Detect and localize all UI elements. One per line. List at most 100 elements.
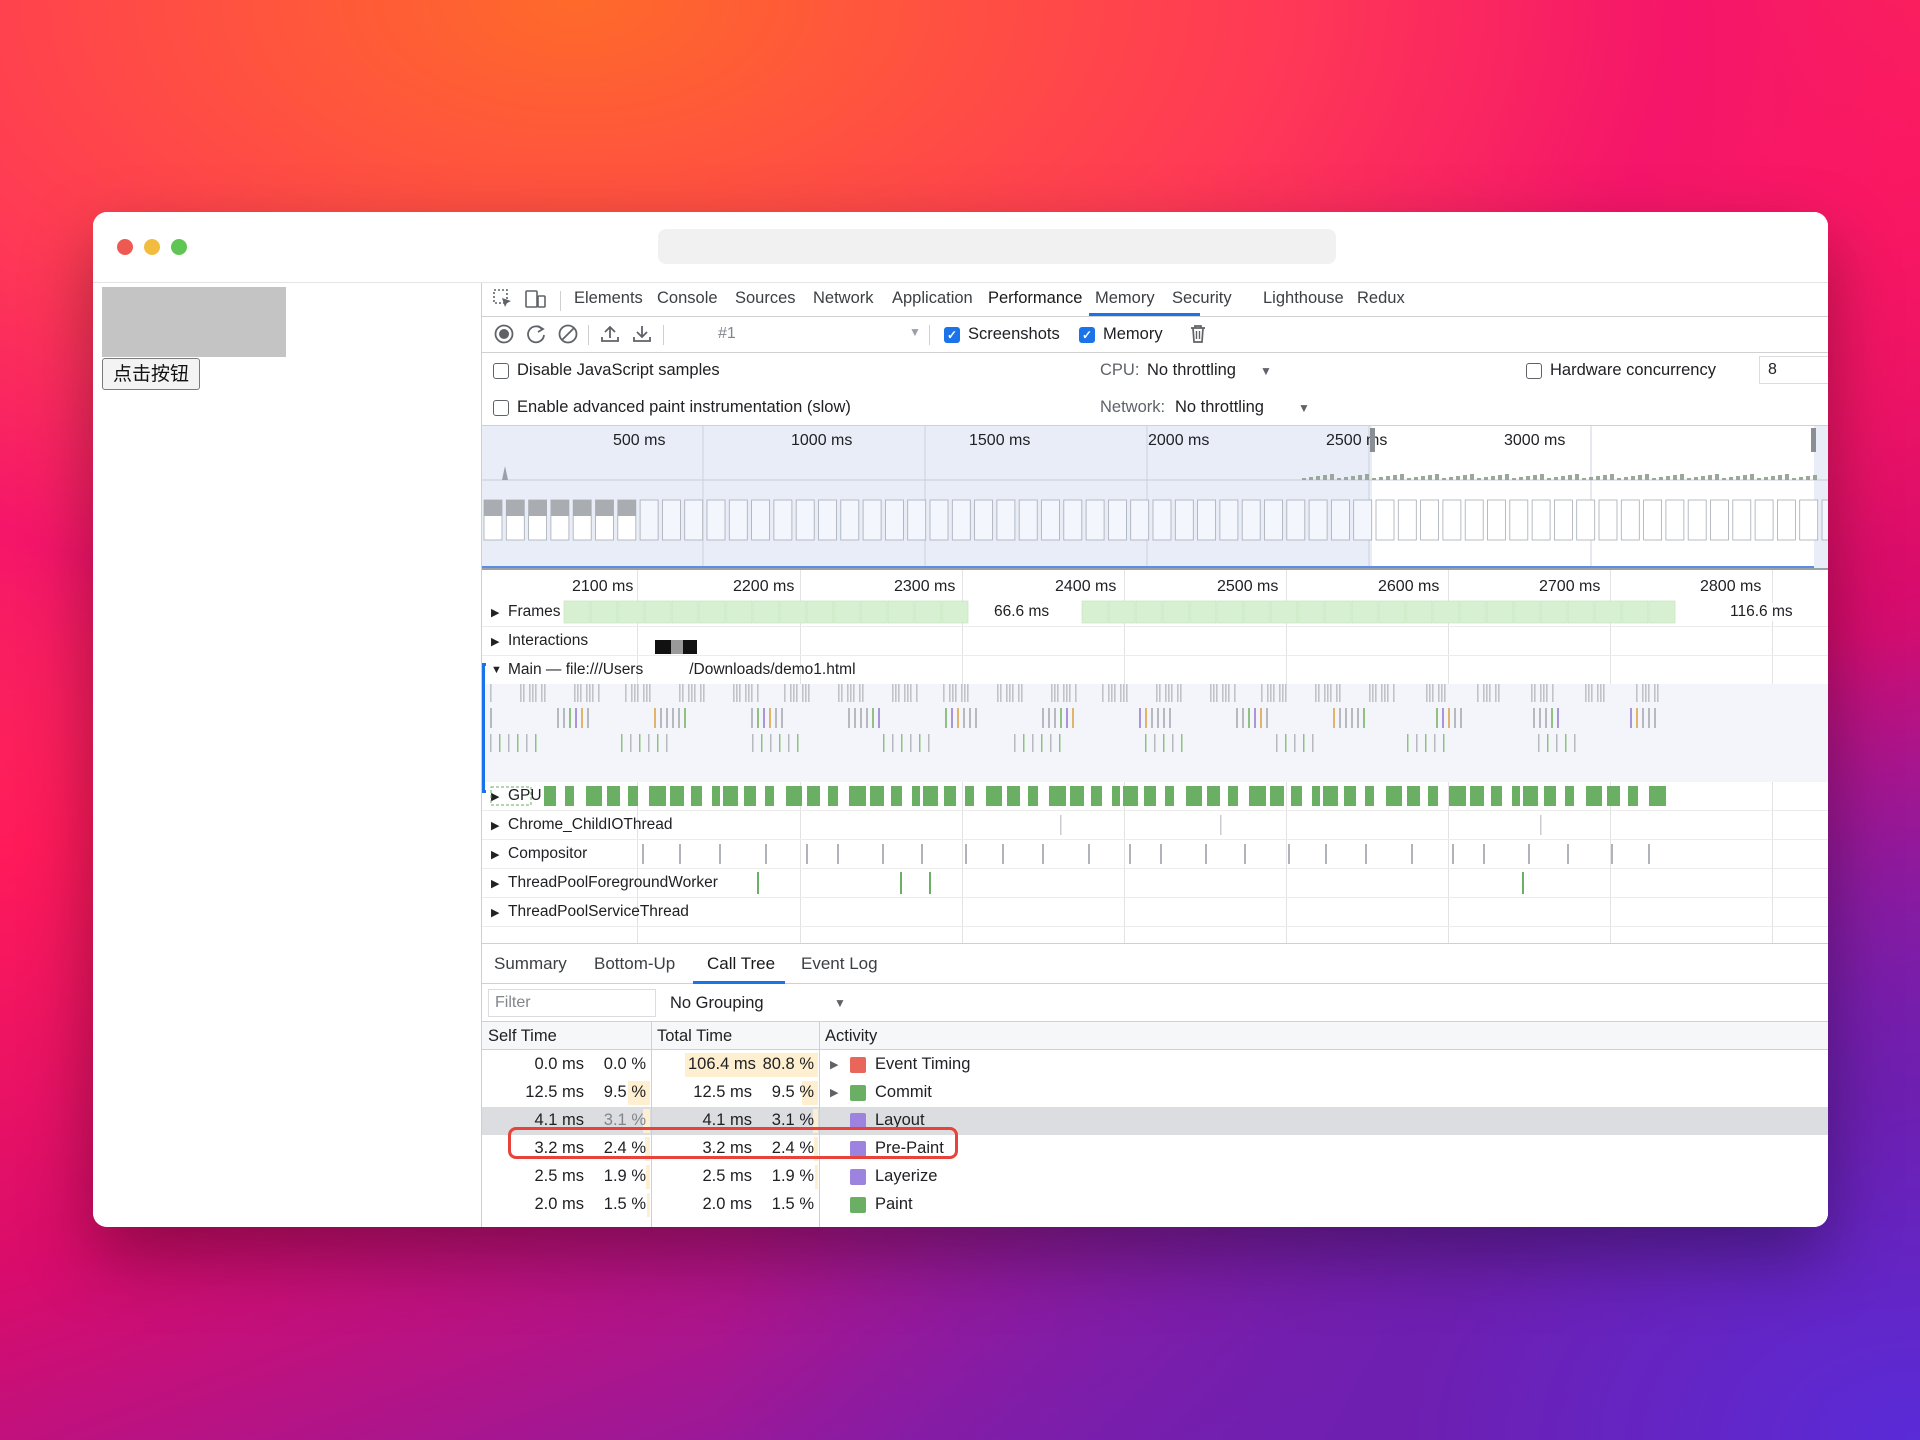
tab-application[interactable]: Application [892, 283, 973, 317]
record-icon[interactable] [492, 323, 516, 347]
main-thread-flame[interactable] [482, 684, 1828, 782]
upload-icon[interactable] [598, 323, 622, 347]
maximize-window-button[interactable] [171, 239, 187, 255]
main-event [563, 708, 565, 728]
frame-bar [1594, 600, 1622, 624]
chevron-down-icon[interactable]: ▼ [1260, 364, 1272, 378]
flame-chart[interactable]: 2100 ms 2200 ms 2300 ms 2400 ms 2500 ms 2600 … [482, 570, 1828, 944]
selection-right-handle[interactable] [1811, 428, 1816, 452]
memory-label: Memory [1103, 325, 1163, 343]
chevron-down-icon[interactable]: ▼ [909, 325, 921, 339]
details-tab-summary[interactable]: Summary [494, 954, 567, 974]
cpu-activity [1638, 475, 1642, 480]
tab-separator [560, 291, 561, 311]
table-row[interactable]: 2.5 ms 1.9 % 2.5 ms 1.9 % Layerize [482, 1163, 1828, 1191]
click-button[interactable]: 点击按钮 [102, 358, 201, 390]
cpu-activity [1351, 476, 1355, 480]
main-event [1151, 708, 1153, 728]
main-event [1120, 684, 1122, 702]
main-event [1648, 684, 1650, 702]
child-io-thread-track[interactable]: ▶ Chrome_ChildIOThread [482, 811, 1828, 840]
main-event [1111, 684, 1113, 702]
details-tab-call-tree[interactable]: Call Tree [707, 954, 775, 974]
hardware-concurrency-checkbox[interactable] [1526, 363, 1542, 379]
screenshot-thumb [1397, 499, 1417, 541]
screenshot-thumb [639, 499, 659, 541]
service-thread-track[interactable]: ▶ ThreadPoolServiceThread [482, 898, 1828, 927]
expand-triangle-icon[interactable]: ▶ [491, 635, 499, 648]
collapse-triangle-icon[interactable]: ▼ [491, 664, 502, 676]
expand-triangle-icon[interactable]: ▶ [830, 1058, 838, 1071]
self-time-header[interactable]: Self Time [488, 1027, 557, 1046]
main-event [751, 708, 753, 728]
tab-console[interactable]: Console [657, 283, 718, 317]
inspect-element-icon[interactable] [492, 288, 514, 310]
timeline-overview[interactable]: 500 ms 1000 ms 1500 ms 2000 ms 2500 ms 3000 m… [482, 426, 1828, 570]
gpu-track[interactable]: ▶ GPU [482, 782, 1828, 811]
gpu-event [607, 786, 620, 806]
filter-input[interactable]: Filter [488, 989, 656, 1017]
device-toolbar-icon[interactable] [524, 288, 546, 310]
advanced-paint-checkbox[interactable] [493, 400, 509, 416]
tab-elements[interactable]: Elements [574, 283, 643, 317]
tab-redux[interactable]: Redux [1357, 283, 1405, 317]
main-event [1312, 734, 1314, 752]
tab-sources[interactable]: Sources [735, 283, 796, 317]
selection-left-handle[interactable] [1370, 428, 1375, 452]
tab-memory[interactable]: Memory [1095, 283, 1155, 317]
activity-header[interactable]: Activity [825, 1027, 877, 1046]
details-tab-event-log[interactable]: Event Log [801, 954, 878, 974]
screenshot-thumb-content [506, 500, 525, 516]
main-event [589, 684, 591, 702]
chevron-down-icon[interactable]: ▼ [834, 996, 846, 1010]
table-row[interactable]: 12.5 ms 9.5 % 12.5 ms 9.5 % ▶ Commit [482, 1079, 1828, 1107]
close-window-button[interactable] [117, 239, 133, 255]
main-event [1318, 684, 1320, 702]
compositor-track[interactable]: ▶ Compositor [482, 840, 1828, 869]
clear-icon[interactable] [556, 323, 580, 347]
cpu-throttling-select[interactable]: No throttling [1147, 361, 1236, 380]
self-time-bar [646, 1165, 650, 1189]
compositor-event [1528, 844, 1530, 864]
column-divider [819, 1022, 820, 1227]
frame-bar [1540, 600, 1568, 624]
grouping-select[interactable]: No Grouping [670, 994, 764, 1013]
download-icon[interactable] [630, 323, 654, 347]
main-event [679, 684, 681, 702]
cpu-activity [1498, 475, 1502, 480]
tab-performance[interactable]: Performance [988, 283, 1082, 317]
details-tab-bottom-up[interactable]: Bottom-Up [594, 954, 675, 974]
minimize-window-button[interactable] [144, 239, 160, 255]
total-time-header[interactable]: Total Time [657, 1027, 732, 1046]
expand-triangle-icon[interactable]: ▶ [491, 906, 499, 919]
screenshots-checkbox[interactable]: ✓ [944, 327, 960, 343]
cpu-activity [1715, 474, 1719, 480]
tab-network[interactable]: Network [813, 283, 874, 317]
address-bar[interactable] [658, 229, 1336, 264]
chevron-down-icon[interactable]: ▼ [1298, 401, 1310, 415]
reload-record-icon[interactable] [524, 323, 548, 347]
frames-track[interactable]: ▶ Frames 66.6 ms 116.6 ms [482, 598, 1828, 627]
main-event [1426, 684, 1428, 702]
hardware-concurrency-input[interactable]: 8 [1759, 356, 1828, 384]
main-event [779, 734, 781, 752]
screenshot-thumb [1554, 499, 1573, 541]
table-row[interactable]: 0.0 ms 0.0 % 106.4 ms 80.8 % ▶ Event Timing [482, 1051, 1828, 1079]
frame-bar [698, 600, 726, 624]
network-throttling-select[interactable]: No throttling [1175, 398, 1264, 417]
gpu-event [1228, 786, 1238, 806]
profile-selector[interactable]: #1 [718, 325, 736, 343]
foreground-worker-track[interactable]: ▶ ThreadPoolForegroundWorker [482, 869, 1828, 898]
main-event [943, 684, 945, 702]
main-event [691, 684, 693, 702]
screenshot-thumb [1130, 499, 1150, 541]
disable-js-samples-checkbox[interactable] [493, 363, 509, 379]
memory-checkbox[interactable]: ✓ [1079, 327, 1095, 343]
trash-icon[interactable] [1186, 323, 1210, 347]
gray-box [102, 287, 286, 357]
main-thread-track[interactable]: ▼ Main — file:///Users/Downloads/demo1.h… [482, 656, 1828, 684]
tab-lighthouse[interactable]: Lighthouse [1263, 283, 1344, 317]
expand-triangle-icon[interactable]: ▶ [830, 1086, 838, 1099]
table-row[interactable]: 2.0 ms 1.5 % 2.0 ms 1.5 % Paint [482, 1191, 1828, 1219]
tab-security[interactable]: Security [1172, 283, 1232, 317]
